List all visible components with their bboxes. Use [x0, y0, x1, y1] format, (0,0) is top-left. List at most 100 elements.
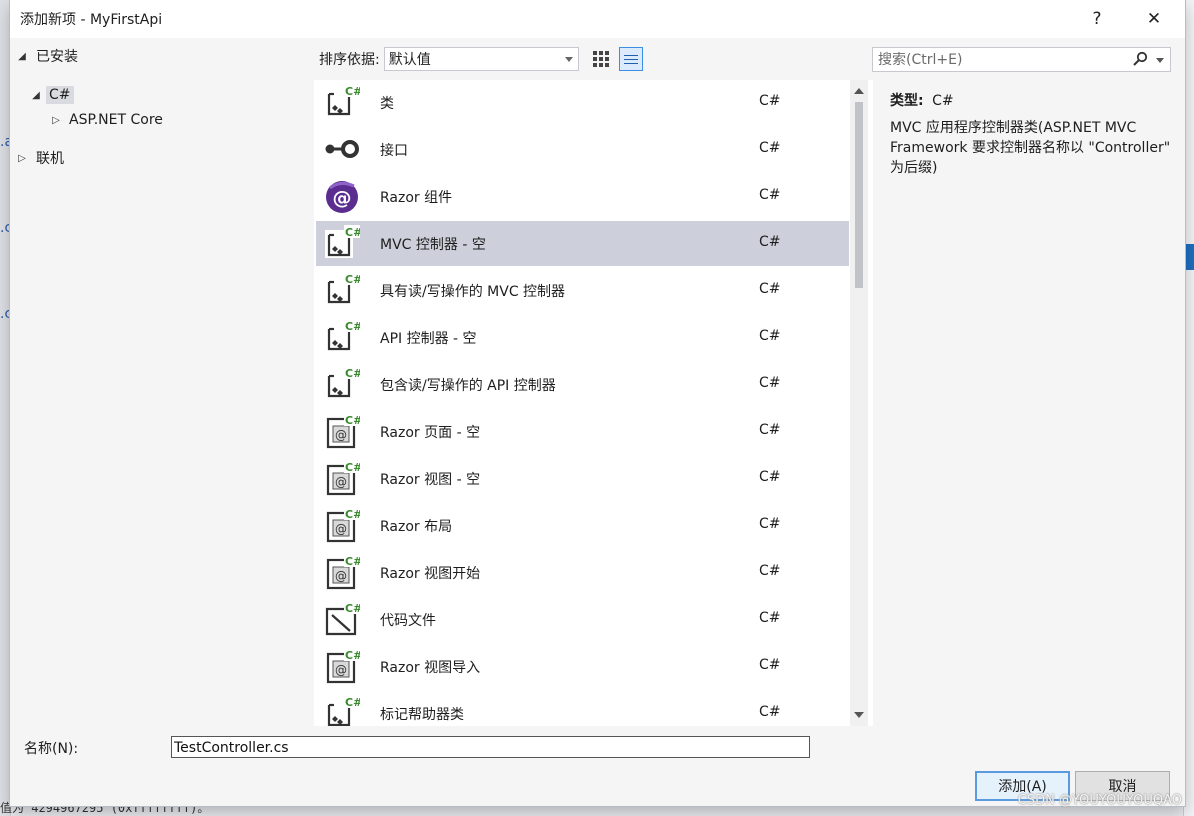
class-template-icon: C#	[324, 84, 362, 120]
svg-text:C#: C#	[345, 85, 360, 98]
template-language: C#	[759, 187, 781, 203]
detail-description: MVC 应用程序控制器类(ASP.NET MVC Framework 要求控制器…	[890, 120, 1171, 176]
scroll-down-arrow-icon[interactable]	[854, 712, 864, 718]
template-details: 类型: C# MVC 应用程序控制器类(ASP.NET MVC Framewor…	[873, 80, 1185, 726]
template-language: C#	[759, 422, 781, 438]
sort-label: 排序依据:	[319, 52, 380, 68]
list-view-button[interactable]	[618, 47, 643, 71]
template-name: 接口	[380, 143, 408, 159]
template-name: Razor 页面 - 空	[380, 425, 481, 441]
template-item[interactable]: C# API 控制器 - 空 C#	[316, 315, 849, 360]
template-item[interactable]: C# 包含读/写操作的 API 控制器 C#	[316, 362, 849, 407]
close-button[interactable]: ✕	[1137, 6, 1171, 32]
detail-type-row: 类型: C#	[890, 90, 954, 110]
template-name: 类	[380, 96, 394, 112]
name-input[interactable]	[172, 737, 813, 759]
blazor-component-icon: @	[324, 178, 360, 214]
svg-text:C#: C#	[345, 555, 360, 568]
svg-text:C#: C#	[345, 696, 360, 709]
template-item[interactable]: @C#Razor 视图导入C#	[316, 644, 849, 689]
dialog-title: 添加新项 - MyFirstApi	[20, 12, 163, 28]
template-item[interactable]: @ Razor 组件 C#	[316, 174, 849, 219]
name-field[interactable]	[171, 736, 813, 759]
tree-item-csharp[interactable]: ◢ C#	[28, 83, 74, 107]
search-options-chevron-icon[interactable]	[1156, 58, 1164, 63]
collapsed-arrow-icon[interactable]: ▷	[48, 115, 64, 126]
template-name: 包含读/写操作的 API 控制器	[380, 378, 556, 394]
scroll-up-arrow-icon[interactable]	[854, 88, 864, 94]
tree-item-installed[interactable]: ◢ 已安装	[14, 44, 78, 68]
search-icon[interactable]	[1132, 51, 1148, 67]
code-file-icon: C#	[324, 601, 362, 637]
sort-value: 默认值	[388, 52, 431, 68]
interface-template-icon	[324, 131, 360, 167]
background-glyph: .c	[0, 220, 10, 236]
svg-text:C#: C#	[345, 367, 360, 380]
template-language: C#	[759, 234, 781, 250]
svg-text:C#: C#	[345, 649, 360, 662]
template-name: MVC 控制器 - 空	[380, 237, 486, 253]
class-template-icon: C#	[324, 272, 362, 308]
list-view-icon	[623, 54, 638, 64]
razor-page-icon: @C#	[324, 554, 362, 590]
background-glyph: .a	[0, 134, 10, 150]
detail-type-label: 类型:	[890, 93, 924, 109]
template-name: 具有读/写操作的 MVC 控制器	[380, 284, 566, 300]
add-new-item-dialog: 添加新项 - MyFirstApi ? ✕ ◢ 已安装 ◢ C# ▷ ASP.N…	[10, 0, 1185, 806]
svg-text:C#: C#	[345, 226, 360, 239]
class-template-icon: C#	[324, 319, 362, 355]
template-item[interactable]: 接口 C#	[316, 127, 849, 172]
help-button[interactable]: ?	[1080, 6, 1114, 32]
template-item[interactable]: C# MVC 控制器 - 空 C#	[316, 221, 849, 266]
template-list: C#类C#接口C#@Razor 组件C#C#MVC 控制器 - 空C#C#具有读…	[314, 80, 873, 726]
title-bar: 添加新项 - MyFirstApi ? ✕	[10, 0, 1185, 38]
grid-view-button[interactable]	[589, 47, 613, 71]
template-language: C#	[759, 93, 781, 109]
chevron-down-icon	[564, 57, 573, 62]
class-template-icon: C#	[324, 225, 362, 261]
svg-text:@: @	[335, 522, 347, 536]
template-language: C#	[759, 704, 781, 720]
template-item[interactable]: @C#Razor 视图开始C#	[316, 550, 849, 595]
svg-text:C#: C#	[345, 602, 360, 615]
svg-text:@: @	[335, 663, 347, 677]
template-name: Razor 布局	[380, 519, 453, 535]
sort-dropdown[interactable]: 默认值	[383, 47, 579, 71]
sort-toolbar: 排序依据: 默认值	[316, 45, 643, 73]
class-template-icon: C#	[324, 366, 362, 402]
search-box[interactable]	[872, 47, 1171, 72]
template-item[interactable]: C# 具有读/写操作的 MVC 控制器 C#	[316, 268, 849, 313]
template-name: 标记帮助器类	[380, 707, 464, 723]
background-glyph: .c	[0, 306, 10, 322]
scrollbar-thumb[interactable]	[855, 102, 863, 288]
template-item[interactable]: @C#Razor 布局C#	[316, 503, 849, 548]
template-item[interactable]: @C#Razor 视图 - 空C#	[316, 456, 849, 501]
tree-item-aspnet-core[interactable]: ▷ ASP.NET Core	[48, 108, 163, 132]
tree-item-label: C#	[46, 86, 74, 104]
background-highlight	[1186, 244, 1194, 270]
tree-item-label: 已安装	[36, 49, 78, 65]
expanded-arrow-icon[interactable]: ◢	[28, 90, 44, 101]
expanded-arrow-icon[interactable]: ◢	[14, 51, 30, 62]
svg-text:@: @	[335, 569, 347, 583]
template-item[interactable]: C# 标记帮助器类 C#	[316, 691, 849, 726]
template-item[interactable]: C# 代码文件 C#	[316, 597, 849, 642]
template-language: C#	[759, 140, 781, 156]
tree-item-label: ASP.NET Core	[69, 112, 163, 128]
template-language: C#	[759, 375, 781, 391]
template-list-scrollbar[interactable]	[850, 80, 868, 726]
name-label: 名称(N):	[24, 741, 79, 757]
svg-text:C#: C#	[345, 414, 360, 427]
template-name: API 控制器 - 空	[380, 331, 477, 347]
category-tree: ◢ 已安装 ◢ C# ▷ ASP.NET Core ▷ 联机	[10, 38, 312, 726]
collapsed-arrow-icon[interactable]: ▷	[14, 153, 30, 164]
tree-item-online[interactable]: ▷ 联机	[14, 146, 64, 170]
template-language: C#	[759, 610, 781, 626]
template-item[interactable]: C# 类 C#	[316, 80, 849, 125]
template-name: 代码文件	[380, 613, 436, 629]
svg-text:@: @	[335, 428, 347, 442]
search-input[interactable]	[873, 48, 1135, 72]
razor-page-icon: @C#	[324, 460, 362, 496]
tree-item-label: 联机	[36, 151, 64, 167]
template-item[interactable]: @C#Razor 页面 - 空C#	[316, 409, 849, 454]
